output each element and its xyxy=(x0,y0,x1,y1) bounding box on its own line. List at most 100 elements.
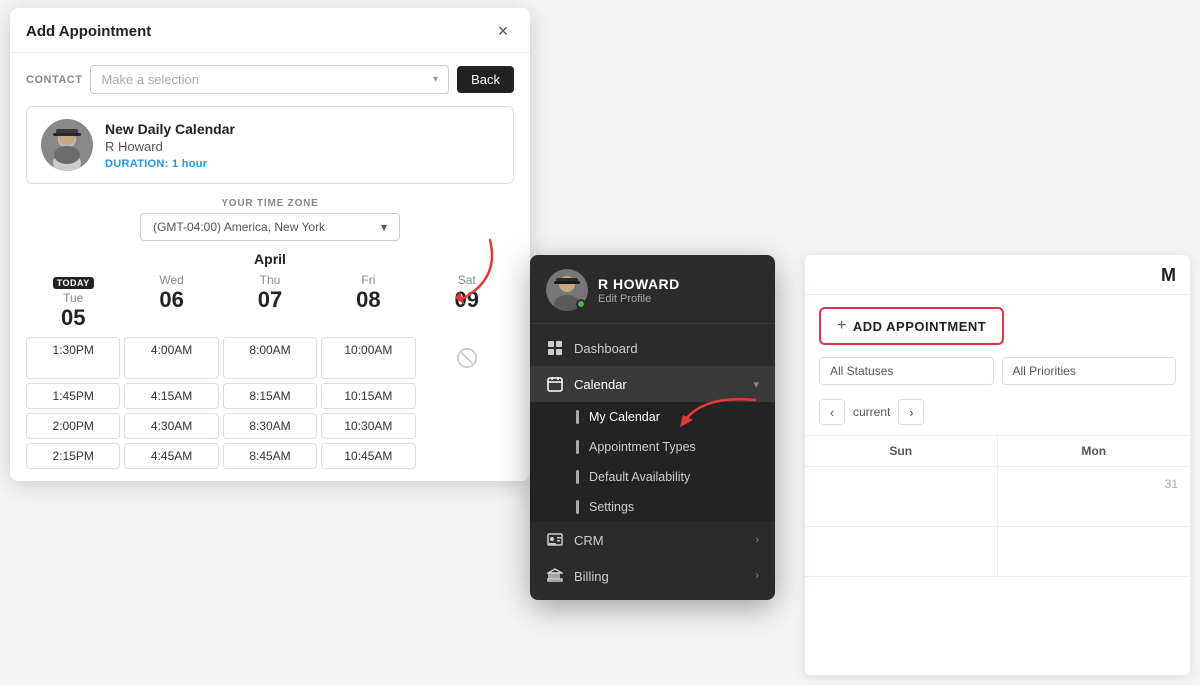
bank-icon xyxy=(546,567,564,585)
filter-row: All Statuses All Priorities xyxy=(805,357,1190,395)
sidebar-profile: R HOWARD Edit Profile xyxy=(530,255,775,324)
chevron-down-icon: ▾ xyxy=(753,378,759,391)
status-filter[interactable]: All Statuses xyxy=(819,357,994,385)
time-slot[interactable]: 10:30AM xyxy=(321,413,415,439)
calendar-info-card: New Daily Calendar R Howard DURATION: 1 … xyxy=(26,106,514,184)
empty-cell xyxy=(420,383,514,409)
time-slot[interactable]: 4:30AM xyxy=(124,413,218,439)
add-appointment-label: ADD APPOINTMENT xyxy=(853,319,986,334)
calendar-name: New Daily Calendar xyxy=(105,121,235,137)
person-icon xyxy=(546,531,564,549)
add-appointment-modal: Add Appointment × CONTACT Make a selecti… xyxy=(10,8,530,481)
day-num-sat: 09 xyxy=(420,287,514,313)
current-period: current xyxy=(853,405,890,419)
sidebar-item-calendar[interactable]: Calendar ▾ xyxy=(530,366,775,402)
appointment-types-label: Appointment Types xyxy=(589,440,696,454)
time-slot[interactable]: 4:45AM xyxy=(124,443,218,469)
dashboard-label: Dashboard xyxy=(574,341,759,356)
day-column-thu: Thu 07 xyxy=(223,273,317,331)
col-header-mon: Mon xyxy=(998,436,1191,466)
all-statuses-label: All Statuses xyxy=(830,364,893,378)
time-slot[interactable]: 2:15PM xyxy=(26,443,120,469)
time-slot[interactable]: 8:15AM xyxy=(223,383,317,409)
submenu-item-my-calendar[interactable]: My Calendar xyxy=(530,402,775,432)
add-appointment-button[interactable]: + ADD APPOINTMENT xyxy=(819,307,1004,345)
calendar-grid-row: 31 xyxy=(805,467,1190,527)
month-label: April xyxy=(26,251,514,267)
calendar-cell[interactable]: 31 xyxy=(998,467,1191,527)
billing-label: Billing xyxy=(574,569,745,584)
time-slot[interactable]: 8:00AM xyxy=(223,337,317,379)
day-name-wed: Wed xyxy=(124,273,218,287)
time-slot[interactable]: 8:45AM xyxy=(223,443,317,469)
time-slot[interactable]: 1:30PM xyxy=(26,337,120,379)
empty-cell xyxy=(420,443,514,469)
time-slot[interactable]: 10:15AM xyxy=(321,383,415,409)
time-slot[interactable]: 1:45PM xyxy=(26,383,120,409)
calendar-info-text: New Daily Calendar R Howard DURATION: 1 … xyxy=(105,121,235,170)
no-slots-sat xyxy=(420,337,514,379)
sub-bar xyxy=(576,440,579,454)
contact-row: CONTACT Make a selection ▾ Back xyxy=(26,65,514,94)
contact-select[interactable]: Make a selection ▾ xyxy=(90,65,449,94)
day-num-wed: 06 xyxy=(124,287,218,313)
col-header-sun: Sun xyxy=(805,436,998,466)
crm-label: CRM xyxy=(574,533,745,548)
sidebar-item-billing[interactable]: Billing › xyxy=(530,558,775,594)
sidebar-item-dashboard[interactable]: Dashboard xyxy=(530,330,775,366)
sidebar-item-crm[interactable]: CRM › xyxy=(530,522,775,558)
time-slot[interactable]: 2:00PM xyxy=(26,413,120,439)
calendar-grid-header: Sun Mon xyxy=(805,435,1190,467)
day-column-tue: TODAY Tue 05 xyxy=(26,273,120,331)
calendar-grid-row-2 xyxy=(805,527,1190,577)
day-name-sat: Sat xyxy=(420,273,514,287)
time-slot[interactable]: 10:00AM xyxy=(321,337,415,379)
calendar-icon xyxy=(546,375,564,393)
timezone-select[interactable]: (GMT-04:00) America, New York ▾ xyxy=(140,213,400,241)
chevron-down-icon: ▾ xyxy=(381,220,387,234)
profile-name: R HOWARD xyxy=(598,276,680,292)
contact-placeholder: Make a selection xyxy=(101,72,199,87)
time-slot[interactable]: 10:45AM xyxy=(321,443,415,469)
chevron-down-icon: ▾ xyxy=(433,74,438,85)
next-button[interactable]: › xyxy=(898,399,924,425)
close-icon[interactable]: × xyxy=(492,20,514,42)
timezone-section: YOUR TIME ZONE (GMT-04:00) America, New … xyxy=(26,198,514,241)
submenu-item-settings[interactable]: Settings xyxy=(530,492,775,522)
calendar-cell[interactable] xyxy=(805,527,998,577)
time-slot[interactable]: 8:30AM xyxy=(223,413,317,439)
calendar-owner: R Howard xyxy=(105,139,235,154)
time-slot[interactable]: 4:15AM xyxy=(124,383,218,409)
priority-filter[interactable]: All Priorities xyxy=(1002,357,1177,385)
online-status-dot xyxy=(576,299,586,309)
prev-button[interactable]: ‹ xyxy=(819,399,845,425)
right-panel: M + ADD APPOINTMENT All Statuses All Pri… xyxy=(805,255,1190,675)
sub-bar xyxy=(576,470,579,484)
day-name-thu: Thu xyxy=(223,273,317,287)
day-column-fri: Fri 08 xyxy=(321,273,415,331)
empty-cell xyxy=(420,413,514,439)
time-slots-grid: 1:30PM 4:00AM 8:00AM 10:00AM 1:45PM 4:15… xyxy=(26,337,514,469)
plus-icon: + xyxy=(837,317,847,335)
my-calendar-label: My Calendar xyxy=(589,410,660,424)
day-name-fri: Fri xyxy=(321,273,415,287)
calendar-cell[interactable] xyxy=(805,467,998,527)
nav-row: ‹ current › xyxy=(805,395,1190,435)
sub-bar xyxy=(576,410,579,424)
modal-header: Add Appointment × xyxy=(10,8,530,53)
calendar-cell[interactable] xyxy=(998,527,1191,577)
time-slot[interactable]: 4:00AM xyxy=(124,337,218,379)
edit-profile-link[interactable]: Edit Profile xyxy=(598,293,680,305)
chevron-right-icon: › xyxy=(755,534,759,546)
calendar-duration: DURATION: 1 hour xyxy=(105,158,235,170)
submenu-item-default-availability[interactable]: Default Availability xyxy=(530,462,775,492)
chevron-right-icon: › xyxy=(755,570,759,582)
back-button[interactable]: Back xyxy=(457,66,514,93)
submenu-item-appointment-types[interactable]: Appointment Types xyxy=(530,432,775,462)
day-num-tue: 05 xyxy=(26,305,120,331)
day-column-sat: Sat 09 xyxy=(420,273,514,331)
modal-body: CONTACT Make a selection ▾ Back xyxy=(10,53,530,481)
day-column-wed: Wed 06 xyxy=(124,273,218,331)
default-availability-label: Default Availability xyxy=(589,470,690,484)
right-panel-top: M xyxy=(805,255,1190,295)
